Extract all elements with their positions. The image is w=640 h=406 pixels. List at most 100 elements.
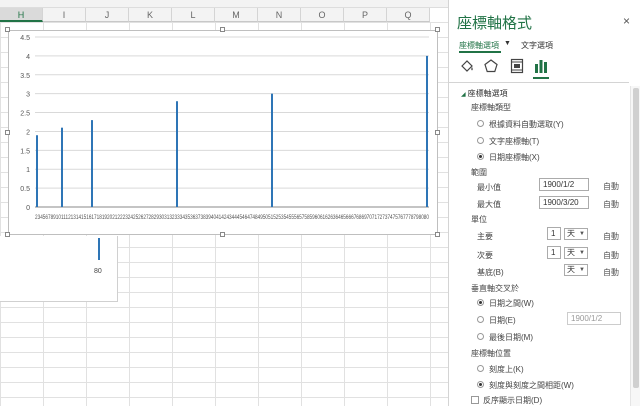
resize-handle-top-left[interactable] xyxy=(5,27,10,32)
radio-axis-type-auto[interactable] xyxy=(477,120,484,127)
axis-type-text-label[interactable]: 文字座標軸(T) xyxy=(489,136,539,147)
cross-between-dates-label[interactable]: 日期之間(W) xyxy=(489,298,534,309)
section-axis-options-label: 座標軸選項 xyxy=(467,89,508,98)
grid-row-line xyxy=(0,307,448,308)
chevron-down-icon[interactable]: ▼ xyxy=(504,40,511,47)
stray-axis-label: 80 xyxy=(94,268,102,275)
radio-cross-at-date[interactable] xyxy=(477,316,484,323)
bar-2 xyxy=(91,120,93,207)
grid-row-line xyxy=(0,337,448,338)
axis-type-date-label[interactable]: 日期座標軸(X) xyxy=(489,152,540,163)
resize-handle-left[interactable] xyxy=(5,130,10,135)
column-header-n[interactable]: N xyxy=(258,8,301,22)
pane-title: 座標軸格式 xyxy=(457,15,533,32)
close-icon[interactable]: × xyxy=(623,14,630,28)
fill-bucket-icon[interactable] xyxy=(459,58,475,74)
grid-row-line xyxy=(0,397,448,398)
x-tick-labels: 2345678910111213141516171819202122232425… xyxy=(35,214,429,221)
column-header-i[interactable]: I xyxy=(43,8,86,22)
y-tick-label: 4 xyxy=(26,54,30,61)
column-header-p[interactable]: P xyxy=(344,8,387,22)
y-tick-label: 0.5 xyxy=(20,186,30,193)
major-auto-button[interactable]: 自動 xyxy=(603,231,619,242)
radio-cross-last-date[interactable] xyxy=(477,333,484,340)
resize-handle-bottom-left[interactable] xyxy=(5,232,10,237)
bar-3 xyxy=(176,101,178,207)
position-between-ticks-label[interactable]: 刻度與刻度之間相距(W) xyxy=(489,380,574,391)
min-label: 最小值 xyxy=(477,183,501,192)
spreadsheet-area[interactable]: HIJKLMNOPQ 80 4.5 4 3.5 3 2.5 2 1.5 1 0.5 0 234567… xyxy=(0,0,448,406)
base-label: 基底(B) xyxy=(477,268,504,277)
position-label: 座標軸位置 xyxy=(471,349,511,358)
grid-row-line xyxy=(0,22,448,23)
major-value-input[interactable]: 1 xyxy=(547,227,561,240)
tab-text-options[interactable]: 文字選項 xyxy=(521,40,553,51)
resize-handle-bottom[interactable] xyxy=(220,232,225,237)
position-on-ticks-label[interactable]: 刻度上(K) xyxy=(489,364,524,375)
units-label: 單位 xyxy=(471,215,487,224)
cross-at-date-label[interactable]: 日期(E) xyxy=(489,315,516,326)
grid-row-line xyxy=(0,367,448,368)
axis-type-auto-label[interactable]: 根據資料自動選取(Y) xyxy=(489,119,564,130)
column-header-o[interactable]: O xyxy=(301,8,344,22)
radio-cross-between-dates[interactable] xyxy=(477,299,484,306)
bar-5 xyxy=(426,55,428,208)
min-auto-button[interactable]: 自動 xyxy=(603,181,619,192)
chevron-down-icon: ▼ xyxy=(579,231,585,237)
max-auto-button[interactable]: 自動 xyxy=(603,199,619,210)
bar-4 xyxy=(271,93,273,207)
column-header-h[interactable]: H xyxy=(0,8,43,22)
chevron-down-icon: ▼ xyxy=(579,250,585,256)
sheet-top-strip xyxy=(0,0,448,8)
base-unit-value: 天 xyxy=(567,265,575,274)
min-value-input[interactable]: 1900/1/2 xyxy=(539,178,589,191)
radio-axis-type-text[interactable] xyxy=(477,137,484,144)
pane-scroll-thumb[interactable] xyxy=(633,88,639,388)
resize-handle-top-right[interactable] xyxy=(435,27,440,32)
grid-row-line xyxy=(0,322,448,323)
pane-scrollbar[interactable] xyxy=(630,86,640,406)
size-properties-icon[interactable] xyxy=(509,58,525,74)
resize-handle-right[interactable] xyxy=(435,130,440,135)
max-value-input[interactable]: 1900/3/20 xyxy=(539,196,589,209)
y-tick-label: 2 xyxy=(26,129,30,136)
radio-position-between-ticks[interactable] xyxy=(477,381,484,388)
reverse-dates-label[interactable]: 反序顯示日期(D) xyxy=(483,395,542,406)
pentagon-effects-icon[interactable] xyxy=(483,58,499,74)
minor-label: 次要 xyxy=(477,251,493,260)
minor-unit-value: 天 xyxy=(567,248,575,257)
pane-divider xyxy=(449,82,629,83)
minor-value-input[interactable]: 1 xyxy=(547,246,561,259)
column-header-k[interactable]: K xyxy=(129,8,172,22)
column-header-q[interactable]: Q xyxy=(387,8,430,22)
pane-options-list: ◢ 座標軸選項 座標軸類型 根據資料自動選取(Y) 文字座標軸(T) 日期座標軸(… xyxy=(455,86,631,406)
radio-position-on-ticks[interactable] xyxy=(477,365,484,372)
column-header-j[interactable]: J xyxy=(86,8,129,22)
resize-handle-bottom-right[interactable] xyxy=(435,232,440,237)
major-unit-select[interactable]: 天 ▼ xyxy=(564,228,588,240)
cross-last-date-label[interactable]: 最後日期(M) xyxy=(489,332,533,343)
column-header-l[interactable]: L xyxy=(172,8,215,22)
grid-row-line xyxy=(0,382,448,383)
bar-chart-options-icon[interactable] xyxy=(533,58,549,74)
format-axis-pane: 座標軸格式 × 座標軸選項 ▼ 文字選項 ◢ 座標軸選項 座標軸類型 根據資料自動… xyxy=(448,0,640,406)
y-tick-label: 3.5 xyxy=(20,73,30,80)
major-unit-value: 天 xyxy=(567,229,575,238)
chart-area[interactable]: 4.5 4 3.5 3 2.5 2 1.5 1 0.5 0 23456789101112131415… xyxy=(8,30,438,235)
minor-unit-select[interactable]: 天 ▼ xyxy=(564,247,588,259)
section-axis-options[interactable]: ◢ 座標軸選項 xyxy=(461,88,508,99)
tab-axis-options[interactable]: 座標軸選項 xyxy=(459,40,499,51)
icon-active-indicator xyxy=(533,77,549,79)
column-header-m[interactable]: M xyxy=(215,8,258,22)
radio-axis-type-date[interactable] xyxy=(477,153,484,160)
cross-date-input[interactable]: 1900/1/2 xyxy=(567,312,621,325)
minor-auto-button[interactable]: 自動 xyxy=(603,250,619,261)
major-label: 主要 xyxy=(477,232,493,241)
resize-handle-top[interactable] xyxy=(220,27,225,32)
base-auto-button[interactable]: 自動 xyxy=(603,267,619,278)
axis-type-label: 座標軸類型 xyxy=(471,103,511,112)
reverse-dates-checkbox[interactable] xyxy=(471,396,479,404)
y-tick-label: 3 xyxy=(26,92,30,99)
max-label: 最大值 xyxy=(477,200,501,209)
base-unit-select[interactable]: 天 ▼ xyxy=(564,264,588,276)
